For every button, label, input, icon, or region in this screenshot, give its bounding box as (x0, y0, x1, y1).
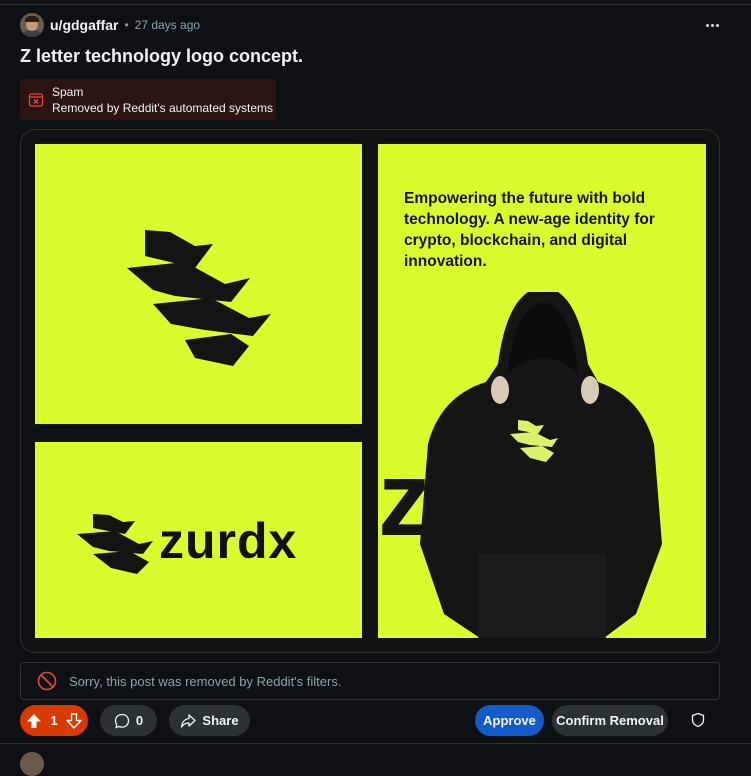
removal-detail: Removed by Reddit's automated systems (52, 100, 274, 115)
more-icon (705, 23, 709, 27)
post-timestamp: 27 days ago (134, 18, 201, 32)
post-header: u/gdgaffar • 27 days ago (20, 13, 200, 37)
zurdx-logo-mark (127, 230, 271, 366)
removal-reason-label: Spam (52, 84, 84, 99)
approve-button[interactable]: Approve (475, 705, 544, 736)
hooded-model-illustration (420, 292, 662, 638)
removal-notice-text: Sorry, this post was removed by Reddit's… (69, 673, 342, 689)
mod-shield-button[interactable] (686, 708, 710, 732)
comments-button[interactable]: 0 (100, 705, 157, 736)
logo-wordmark-panel: zurdx (35, 442, 362, 638)
brand-mockup-panel: Empowering the future with bold technolo… (378, 144, 706, 638)
upvote-icon[interactable] (26, 713, 42, 729)
removal-notice: Sorry, this post was removed by Reddit's… (20, 662, 720, 700)
vote-control: 1 (20, 705, 88, 736)
confirm-removal-label: Confirm Removal (556, 713, 664, 728)
post-divider (0, 743, 751, 744)
vote-count: 1 (50, 713, 58, 728)
user-avatar[interactable] (20, 13, 44, 37)
share-label: Share (202, 713, 239, 728)
removal-status-badge: Spam Removed by Reddit's automated syste… (20, 79, 276, 120)
prohibited-icon (37, 671, 57, 691)
more-options-button[interactable] (700, 14, 724, 36)
logo-wordmark: zurdx (159, 513, 298, 569)
share-icon (181, 713, 197, 728)
spam-removed-icon (28, 92, 44, 107)
top-divider (0, 4, 751, 5)
username-link[interactable]: u/gdgaffar (50, 17, 118, 33)
logo-mark-panel (35, 144, 362, 424)
header-separator: • (124, 18, 129, 32)
share-button[interactable]: Share (169, 705, 250, 736)
comment-icon (114, 713, 130, 729)
comment-count: 0 (135, 713, 144, 728)
next-post-avatar[interactable] (20, 752, 44, 776)
post-image[interactable]: zurdx Empowering the future with bold te… (20, 129, 720, 653)
downvote-icon[interactable] (66, 712, 82, 729)
approve-label: Approve (483, 713, 536, 728)
confirm-removal-button[interactable]: Confirm Removal (552, 705, 668, 736)
shield-icon (691, 712, 705, 728)
post-title[interactable]: Z letter technology logo concept. (20, 46, 303, 67)
